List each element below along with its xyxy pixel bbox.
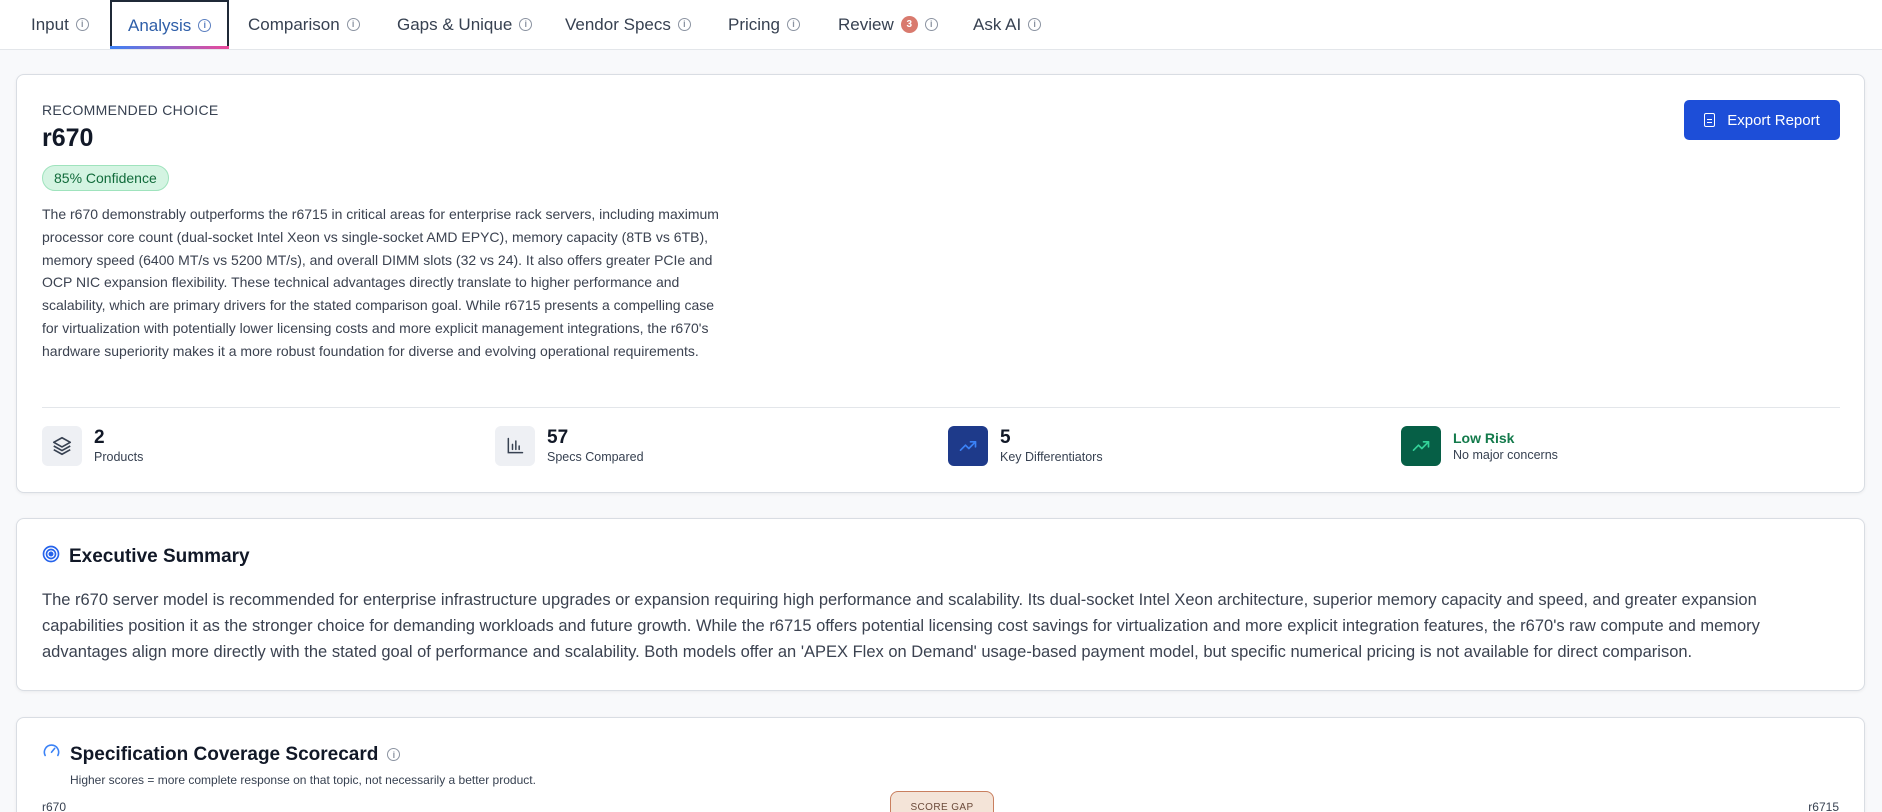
tab-label: Input — [31, 14, 69, 34]
info-icon[interactable]: i — [924, 18, 938, 31]
tab-ask-ai[interactable]: Ask AI i — [973, 0, 1042, 49]
info-icon[interactable]: i — [677, 18, 691, 31]
stat-specs-compared: 57 Specs Compared — [495, 426, 644, 466]
products-count: 2 — [94, 427, 105, 448]
specs-label: Specs Compared — [547, 450, 644, 464]
tab-analysis[interactable]: Analysis i — [110, 0, 230, 49]
divider — [42, 407, 1840, 408]
scorecard-title: Specification Coverage Scorecard — [70, 743, 379, 765]
export-report-label: Export Report — [1727, 111, 1820, 129]
executive-summary-heading: Executive Summary — [42, 545, 250, 569]
tab-gaps-unique[interactable]: Gaps & Unique i — [397, 0, 533, 49]
bar-chart-icon — [495, 426, 535, 466]
stat-key-differentiators: 5 Key Differentiators — [948, 426, 1103, 466]
products-label: Products — [94, 450, 144, 464]
tab-pricing[interactable]: Pricing i — [728, 0, 800, 49]
risk-title: Low Risk — [1453, 430, 1515, 446]
tab-comparison[interactable]: Comparison i — [248, 0, 360, 49]
scorecard-subtitle: Higher scores = more complete response o… — [70, 773, 536, 787]
risk-subtitle: No major concerns — [1453, 448, 1558, 462]
tab-bar: Input i Analysis i Comparison i Gaps & U… — [0, 0, 1882, 50]
scorecard-heading: Specification Coverage Scorecard i — [42, 742, 401, 767]
scorecard-left-product: r670 — [42, 800, 67, 812]
recommendation-card: RECOMMENDED CHOICE r670 85% Confidence T… — [16, 74, 1865, 493]
info-icon[interactable]: i — [346, 18, 360, 31]
confidence-text: 85% Confidence — [54, 170, 157, 186]
specs-count: 57 — [547, 427, 569, 448]
recommendation-description: The r670 demonstrably outperforms the r6… — [42, 206, 719, 359]
tab-label: Vendor Specs — [565, 14, 671, 34]
scorecard-right-product: r6715 — [1808, 800, 1839, 812]
info-icon[interactable]: i — [519, 18, 533, 31]
info-icon[interactable]: i — [198, 19, 212, 32]
executive-summary-card: Executive Summary The r670 server model … — [16, 518, 1865, 691]
tab-review[interactable]: Review 3 i — [838, 0, 938, 49]
tab-label: Gaps & Unique — [397, 14, 513, 34]
target-icon — [42, 545, 60, 569]
stat-risk: Low Risk No major concerns — [1401, 426, 1558, 466]
tab-label: Review — [838, 14, 894, 34]
tab-label: Pricing — [728, 14, 780, 34]
tab-label: Analysis — [128, 15, 192, 35]
confidence-badge: 85% Confidence — [42, 165, 169, 191]
layers-icon — [42, 426, 82, 466]
gauge-icon — [42, 742, 61, 767]
tab-label: Comparison — [248, 14, 340, 34]
executive-summary-title: Executive Summary — [69, 546, 250, 567]
executive-summary-text: The r670 server model is recommended for… — [42, 591, 1760, 661]
info-icon[interactable]: i — [1028, 18, 1042, 31]
scorecard-card: Specification Coverage Scorecard i Highe… — [16, 717, 1865, 812]
trend-up-icon — [1401, 426, 1441, 466]
tab-vendor-specs[interactable]: Vendor Specs i — [565, 0, 691, 49]
export-report-button[interactable]: Export Report — [1684, 100, 1840, 140]
recommended-product-title: r670 — [42, 124, 94, 152]
tab-input[interactable]: Input i — [31, 0, 89, 49]
tab-label: Ask AI — [973, 14, 1022, 34]
recommended-choice-label: RECOMMENDED CHOICE — [42, 102, 219, 118]
differentiators-label: Key Differentiators — [1000, 450, 1103, 464]
differentiators-count: 5 — [1000, 427, 1011, 448]
review-count-badge: 3 — [900, 16, 918, 33]
info-icon[interactable]: i — [387, 748, 401, 761]
stat-products: 2 Products — [42, 426, 143, 466]
info-icon[interactable]: i — [786, 18, 800, 31]
trend-up-icon — [948, 426, 988, 466]
info-icon[interactable]: i — [75, 18, 89, 31]
score-gap-header: SCORE GAP — [890, 791, 994, 812]
document-icon — [1704, 113, 1716, 127]
